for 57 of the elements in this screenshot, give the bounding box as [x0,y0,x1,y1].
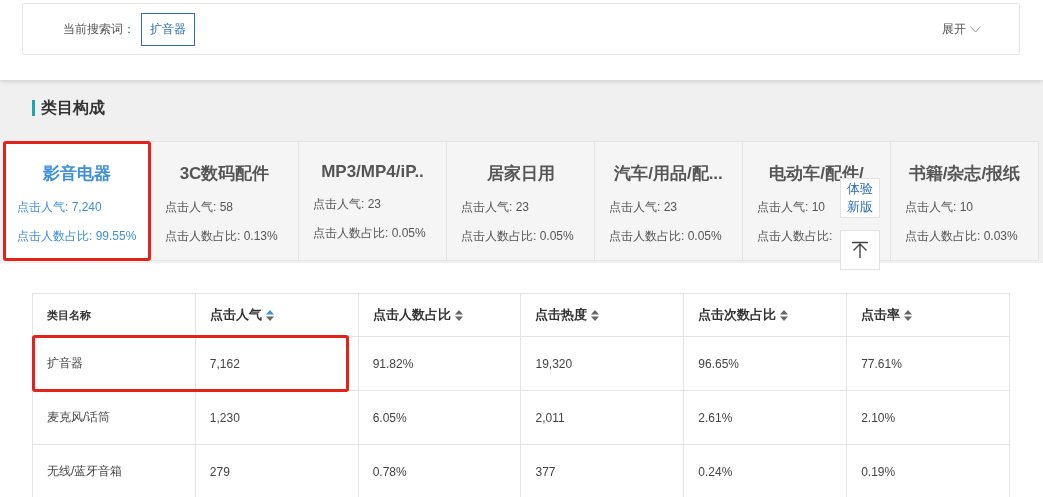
section-title: 类目构成 [41,97,105,118]
sort-icon[interactable] [454,310,463,322]
category-stat: 点击人气: 23 [313,196,381,213]
category-stat: 点击人气: 23 [609,199,677,216]
category-stat: 点击人气: 10 [905,199,973,216]
sort-icon[interactable] [780,310,789,322]
category-card[interactable]: 居家日用 点击人气: 23 点击人数占比: 0.05% [447,141,595,261]
category-card[interactable]: 书籍/杂志/报纸 点击人气: 10 点击人数占比: 0.03% [891,141,1039,261]
category-stat: 点击人气: 23 [461,199,529,216]
category-name: 居家日用 [485,163,556,185]
category-stat: 点击人气: 10 [757,199,825,216]
table-cell: 96.65% [683,336,847,391]
category-stat: 点击人数占比: 0.13% [165,228,278,245]
category-stat: 点击人数占比: 0.05% [461,228,574,245]
sort-icon[interactable] [591,310,600,322]
category-name: 影音电器 [41,163,112,185]
category-stat: 点击人气: 58 [165,199,233,216]
category-name: 书籍/杂志/报纸 [907,163,1022,185]
table-cell: 2.61% [683,390,847,445]
category-card[interactable]: 汽车/用品/配... 点击人气: 23 点击人数占比: 0.05% [595,141,743,261]
sort-icon[interactable] [904,310,913,322]
table-cell: 91.82% [358,336,521,391]
column-header[interactable]: 点击率 [846,293,1010,337]
category-card[interactable]: 影音电器 点击人气: 7,240 点击人数占比: 99.55% [3,141,151,261]
search-label: 当前搜索词： [63,20,135,38]
category-name: 3C数码配件 [178,163,271,185]
expand-button[interactable]: 展开 [942,20,981,38]
keyword-tag[interactable]: 扩音器 [141,12,195,46]
column-header: 类目名称 [32,293,196,337]
category-stat: 点击人数占比: 0.03% [905,228,1018,245]
accent-bar [32,100,35,116]
new-version-button[interactable]: 体验新版 [840,178,880,218]
category-stat: 点击人数占比: 0.05% [313,225,426,242]
category-stat: 点击人气: 7,240 [17,199,102,216]
table-cell: 麦克风/话筒 [32,390,196,445]
category-stat: 点击人数占比: 0.05% [609,228,722,245]
column-header[interactable]: 点击热度 [521,293,684,337]
back-to-top-button[interactable] [840,230,880,270]
table-cell: 1,230 [195,390,359,445]
table-cell: 无线/蓝牙音箱 [32,444,196,497]
category-name: 汽车/用品/配... [613,163,724,185]
table-cell: 19,320 [521,336,684,391]
column-header[interactable]: 点击人数占比 [358,293,521,337]
table-cell: 77.61% [846,336,1010,391]
category-card[interactable]: 3C数码配件 点击人气: 58 点击人数占比: 0.13% [151,141,299,261]
column-header[interactable]: 点击人气 [195,293,359,337]
sort-icon[interactable] [265,310,274,322]
table-cell: 2.10% [846,390,1010,445]
column-header[interactable]: 点击次数占比 [683,293,847,337]
table-cell: 2,011 [521,390,684,445]
category-card[interactable]: MP3/MP4/iP.. 点击人气: 23 点击人数占比: 0.05% [299,141,447,261]
back-to-top-icon [851,241,869,259]
category-stat: 点击人数占比: 99.55% [17,228,137,245]
category-name: MP3/MP4/iP.. [320,162,425,182]
chevron-down-icon [970,25,981,33]
category-stat: 点击人数占比: [757,228,833,245]
table-cell: 6.05% [358,390,521,445]
